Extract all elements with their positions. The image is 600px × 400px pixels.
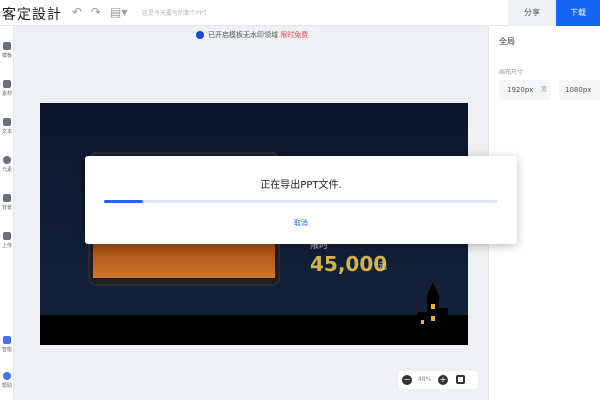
sidebar-item-materials[interactable]: 素材 [0, 80, 14, 97]
sidebar-item-elements[interactable]: 元素 [0, 156, 14, 173]
app-brand: 客定設計 [2, 7, 62, 23]
sidebar-item-smart[interactable]: 智能 [0, 336, 14, 353]
undo-icon[interactable]: ↶ [72, 5, 82, 19]
smart-icon [3, 336, 11, 344]
height-field[interactable]: 1080px [559, 80, 600, 100]
price-unit: 元 [378, 262, 388, 272]
notice-link[interactable]: 限时免费 [280, 31, 308, 39]
sidebar-item-label: 文本 [1, 129, 12, 135]
template-icon [3, 42, 11, 50]
redo-icon[interactable]: ↷ [91, 5, 101, 19]
notice-text: 已开启模板无水印领域 [208, 31, 278, 39]
sidebar-item-help[interactable]: 帮助 [0, 372, 14, 389]
zoom-level: 48% [418, 376, 432, 383]
sidebar-item-label: 模板 [1, 53, 12, 59]
height-value: 1080px [565, 86, 592, 94]
sidebar-item-text[interactable]: 文本 [0, 118, 14, 135]
canvas-size-label: 画布尺寸 [499, 69, 524, 76]
background-icon [3, 194, 11, 202]
sidebar-item-template[interactable]: 模板 [0, 42, 14, 59]
sidebar-item-label: 上传 [1, 243, 12, 249]
grid-icon [3, 80, 11, 88]
width-value: 1920px [507, 86, 534, 94]
width-unit: 宽 [540, 86, 547, 93]
sidebar-item-upload[interactable]: 上传 [0, 232, 14, 249]
upload-icon [3, 232, 11, 240]
zoom-controls: − 48% + [398, 371, 478, 389]
price-value[interactable]: 45,000 [310, 252, 387, 276]
castle-silhouette [418, 282, 448, 338]
share-button[interactable]: 分享 [508, 0, 556, 26]
width-field[interactable]: 1920px 宽 [499, 80, 551, 100]
export-dialog: 正在导出PPT文件. 取消 [85, 156, 517, 244]
export-progress-fill [104, 200, 144, 203]
sidebar-item-label: 元素 [1, 167, 12, 173]
fit-screen-icon[interactable] [456, 375, 465, 384]
top-bar: 客定設計 ↶ ↷ ▤▾ 这是今天要写的那个PPT 分享 下载 [0, 0, 600, 26]
sidebar-item-label: 帮助 [1, 383, 12, 389]
sidebar-item-label: 素材 [1, 91, 12, 97]
ground-silhouette [40, 315, 468, 345]
sidebar-item-label: 智能 [1, 347, 12, 353]
left-toolbar: 模板 素材 文本 元素 背景 上传 智能 帮助 [0, 26, 14, 400]
text-icon [3, 118, 11, 126]
export-progress-bar [104, 200, 498, 203]
help-icon [3, 372, 11, 380]
zoom-in-icon[interactable]: + [438, 375, 448, 385]
document-title[interactable]: 这是今天要写的那个PPT [142, 8, 207, 17]
shapes-icon [3, 156, 11, 164]
cancel-button[interactable]: 取消 [85, 218, 517, 228]
sidebar-item-label: 背景 [1, 205, 12, 211]
zoom-out-icon[interactable]: − [402, 375, 412, 385]
panel-title: 全局 [499, 37, 515, 46]
export-message: 正在导出PPT文件. [260, 180, 342, 191]
save-menu-icon[interactable]: ▤▾ [110, 5, 127, 19]
download-button[interactable]: 下载 [556, 0, 600, 26]
watermark-notice: 已开启模板无水印领域 限时免费 [196, 30, 330, 44]
toggle-icon[interactable] [196, 31, 204, 39]
sidebar-item-background[interactable]: 背景 [0, 194, 14, 211]
